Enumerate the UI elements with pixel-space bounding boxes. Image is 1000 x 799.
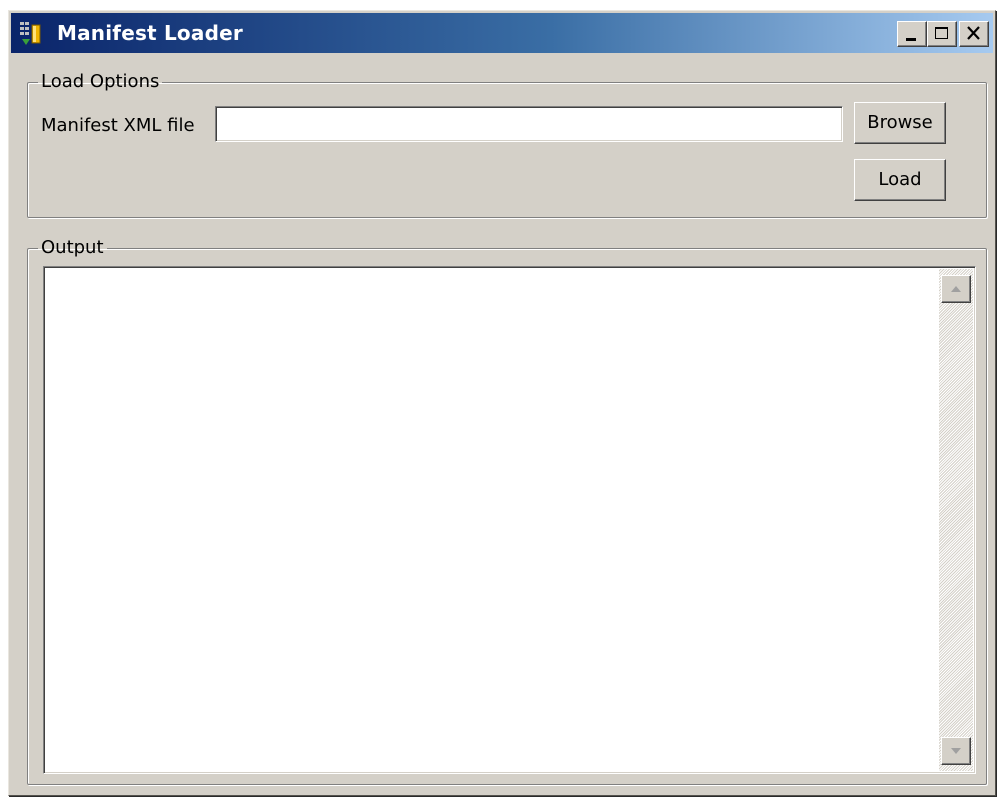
load-options-legend: Load Options xyxy=(41,71,160,92)
scroll-up-button[interactable] xyxy=(941,275,971,303)
minimize-icon xyxy=(906,38,916,41)
output-legend: Output xyxy=(41,237,104,258)
app-window: Manifest Loader Load Options Manifest XM… xyxy=(8,10,996,796)
scroll-up-arrow-icon xyxy=(951,286,961,292)
title-bar[interactable]: Manifest Loader xyxy=(11,13,993,53)
manifest-file-input[interactable] xyxy=(215,106,843,142)
browse-button[interactable]: Browse xyxy=(854,102,946,144)
scroll-down-button[interactable] xyxy=(941,737,971,765)
window-title: Manifest Loader xyxy=(57,21,243,45)
manifest-app-icon xyxy=(19,21,45,47)
load-button[interactable]: Load xyxy=(854,159,946,201)
scroll-down-arrow-icon xyxy=(951,748,961,754)
close-icon xyxy=(967,26,980,40)
minimize-button[interactable] xyxy=(897,21,927,47)
maximize-icon xyxy=(935,27,948,39)
load-options-group: Load Options xyxy=(27,71,987,218)
maximize-button[interactable] xyxy=(927,21,957,47)
manifest-file-label: Manifest XML file xyxy=(41,115,195,136)
vertical-scrollbar[interactable] xyxy=(939,269,973,771)
output-textarea[interactable] xyxy=(43,266,976,774)
close-button[interactable] xyxy=(959,21,989,47)
